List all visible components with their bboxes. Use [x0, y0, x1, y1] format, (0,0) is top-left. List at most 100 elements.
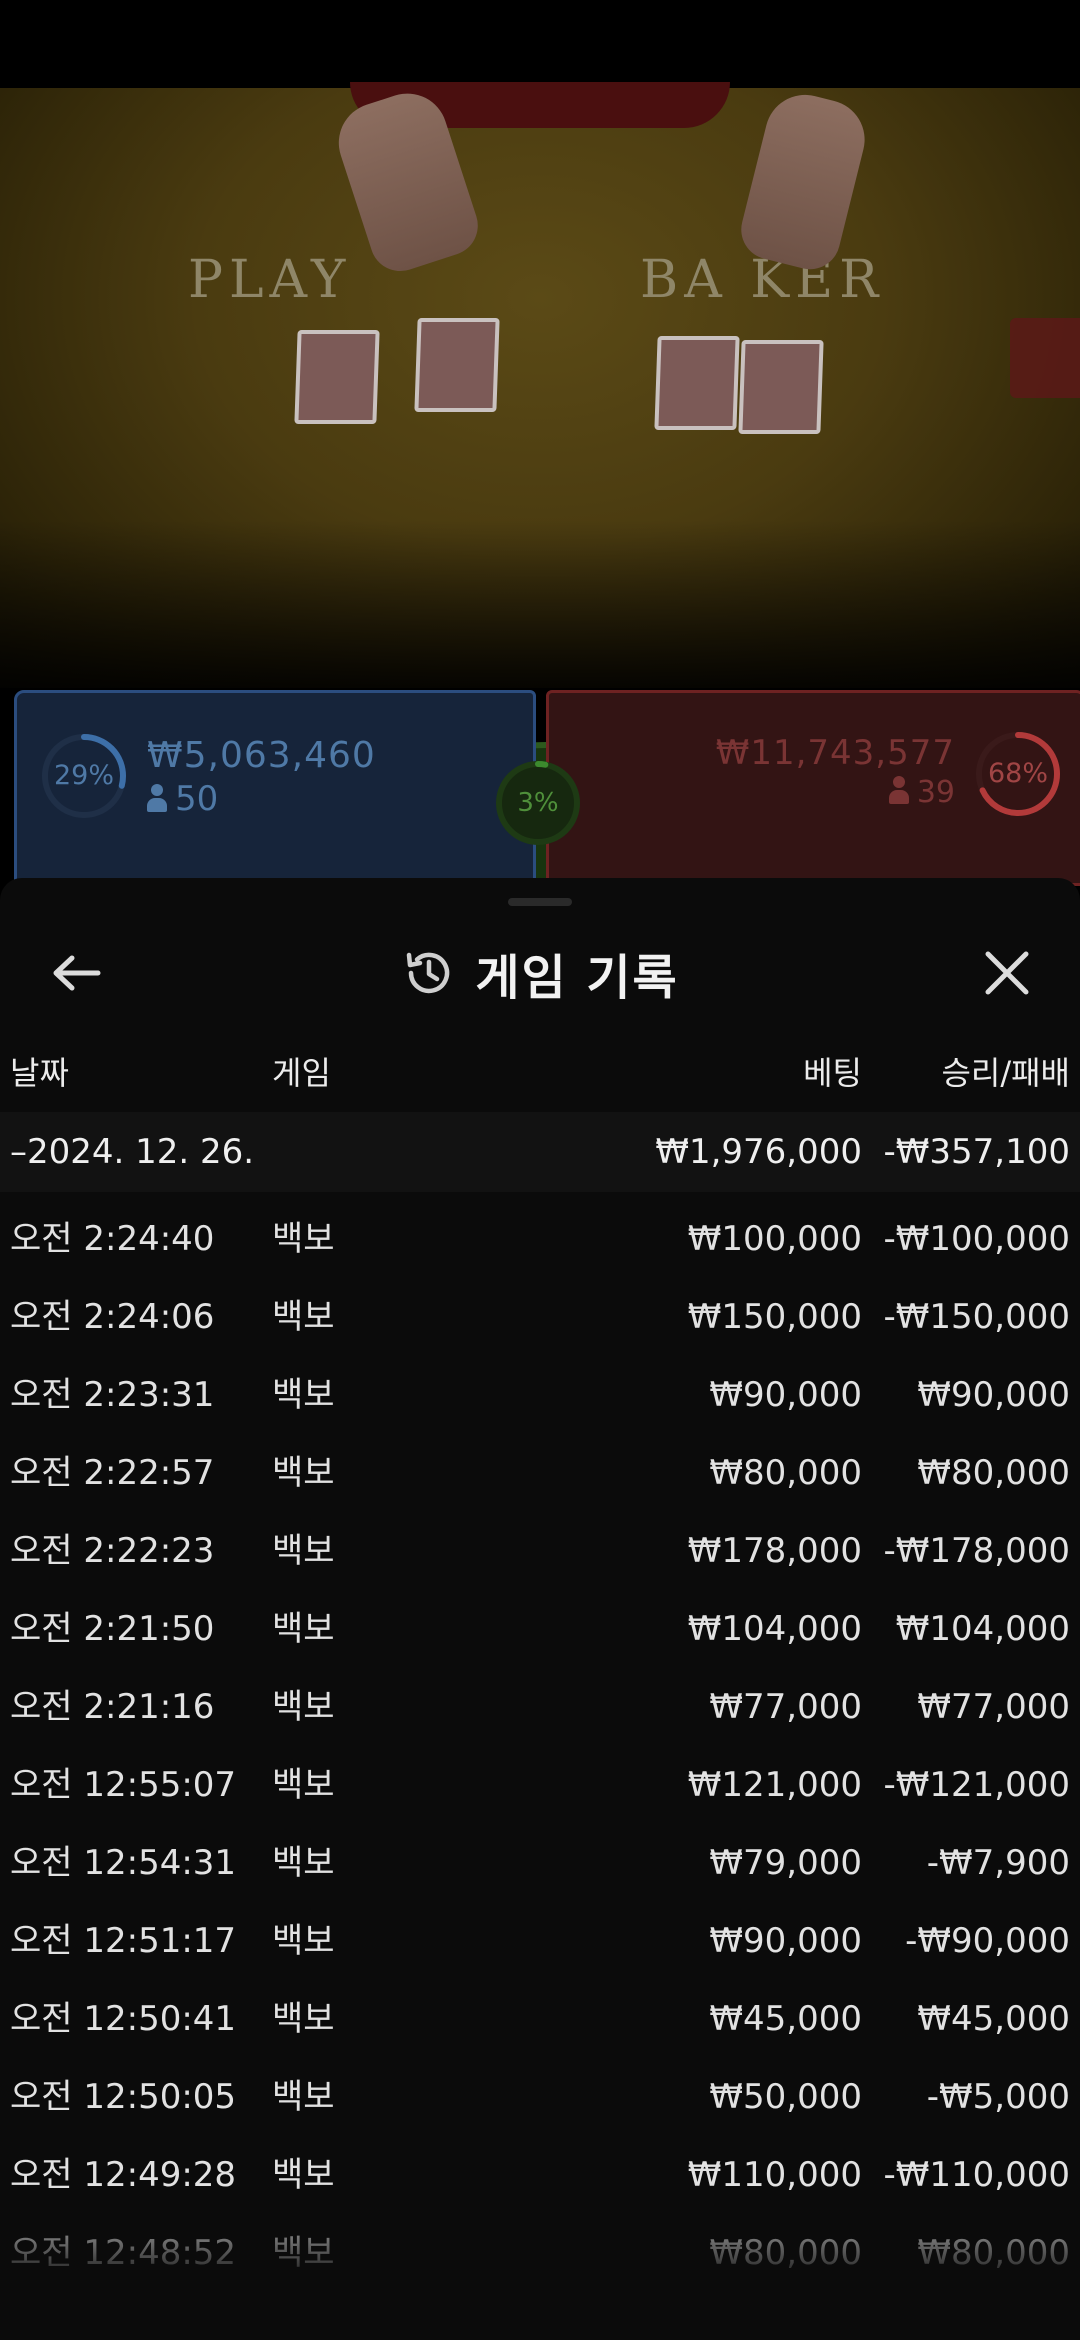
banker-bet-area[interactable]: 68% ₩11,743,577 39 [546, 690, 1080, 886]
row-game: 백보 [272, 1453, 335, 1493]
row-time: 오전 2:22:23 [10, 1531, 215, 1571]
header-bet[interactable]: 베팅 [803, 1048, 862, 1094]
history-row[interactable]: 오전 12:50:41 백보 ₩45,000 ₩45,000 [0, 1980, 1080, 2058]
date-group-summary[interactable]: –2024. 12. 26. ₩1,976,000 -₩357,100 [0, 1112, 1080, 1192]
row-bet: ₩121,000 [687, 1765, 862, 1805]
back-arrow-icon[interactable] [44, 940, 110, 1006]
row-bet: ₩90,000 [709, 1375, 862, 1415]
row-time: 오전 12:49:28 [10, 2155, 237, 2195]
row-game: 백보 [272, 1531, 335, 1571]
row-time: 오전 12:55:07 [10, 1765, 237, 1805]
row-game: 백보 [272, 1921, 335, 1961]
row-bet: ₩79,000 [709, 1843, 862, 1883]
summary-result: -₩357,100 [883, 1132, 1071, 1172]
banker-bettor-count: 39 [888, 775, 955, 810]
row-result: -₩150,000 [883, 1297, 1071, 1337]
history-row[interactable]: 오전 12:55:07 백보 ₩121,000 -₩121,000 [0, 1746, 1080, 1824]
history-row[interactable]: 오전 12:51:17 백보 ₩90,000 -₩90,000 [0, 1902, 1080, 1980]
row-game: 백보 [272, 1765, 335, 1805]
row-result: ₩104,000 [895, 1609, 1070, 1649]
history-list: 오전 2:24:40 백보 ₩100,000 -₩100,000 오전 2:24:06… [0, 1200, 1080, 2292]
header-game[interactable]: 게임 [272, 1048, 331, 1094]
banker-percent: 68% [987, 758, 1048, 789]
row-bet: ₩45,000 [709, 1999, 862, 2039]
banker-card [654, 336, 740, 430]
player-bet-area[interactable]: 29% ₩5,063,460 50 [14, 690, 536, 886]
row-result: ₩80,000 [917, 2233, 1070, 2273]
row-game: 백보 [272, 1219, 335, 1259]
row-result: ₩90,000 [917, 1375, 1070, 1415]
history-row[interactable]: 오전 2:23:31 백보 ₩90,000 ₩90,000 [0, 1356, 1080, 1434]
history-row[interactable]: 오전 2:22:23 백보 ₩178,000 -₩178,000 [0, 1512, 1080, 1590]
sheet-title: 게임 기록 [475, 950, 679, 1006]
tie-percent: 3% [517, 788, 559, 818]
row-result: -₩7,900 [926, 1843, 1070, 1883]
row-game: 백보 [272, 1999, 335, 2039]
sheet-header: 게임 기록 [0, 928, 1080, 1018]
summary-bet: ₩1,976,000 [655, 1132, 862, 1172]
row-game: 백보 [272, 2233, 335, 2273]
player-bettor-count: 50 [147, 779, 218, 819]
row-bet: ₩178,000 [687, 1531, 862, 1571]
history-row[interactable]: 오전 2:24:06 백보 ₩150,000 -₩150,000 [0, 1278, 1080, 1356]
history-row[interactable]: 오전 12:48:52 백보 ₩80,000 ₩80,000 [0, 2214, 1080, 2292]
player-total-bet: ₩5,063,460 [147, 735, 376, 776]
row-time: 오전 12:51:17 [10, 1921, 237, 1961]
row-game: 백보 [272, 1609, 335, 1649]
row-time: 오전 2:24:06 [10, 1297, 215, 1337]
row-time: 오전 2:22:57 [10, 1453, 215, 1493]
history-icon [407, 952, 450, 994]
row-result: ₩45,000 [917, 1999, 1070, 2039]
player-felt-label: PLAY [188, 250, 352, 310]
close-icon[interactable] [974, 940, 1040, 1006]
sheet-drag-handle[interactable] [508, 898, 572, 906]
row-game: 백보 [272, 1687, 335, 1727]
row-game: 백보 [272, 1297, 335, 1337]
player-card [414, 318, 500, 412]
row-game: 백보 [272, 2077, 335, 2117]
row-time: 오전 2:24:40 [10, 1219, 215, 1259]
row-time: 오전 12:54:31 [10, 1843, 237, 1883]
history-row[interactable]: 오전 12:49:28 백보 ₩110,000 -₩110,000 [0, 2136, 1080, 2214]
history-row[interactable]: 오전 2:21:50 백보 ₩104,000 ₩104,000 [0, 1590, 1080, 1668]
row-time: 오전 2:21:50 [10, 1609, 215, 1649]
history-row[interactable]: 오전 2:22:57 백보 ₩80,000 ₩80,000 [0, 1434, 1080, 1512]
row-result: -₩121,000 [883, 1765, 1071, 1805]
row-bet: ₩90,000 [709, 1921, 862, 1961]
header-result[interactable]: 승리/패배 [941, 1048, 1070, 1094]
row-bet: ₩50,000 [709, 2077, 862, 2117]
banker-card [738, 340, 824, 434]
row-bet: ₩104,000 [687, 1609, 862, 1649]
row-time: 오전 12:48:52 [10, 2233, 237, 2273]
history-row[interactable]: 오전 2:24:40 백보 ₩100,000 -₩100,000 [0, 1200, 1080, 1278]
row-game: 백보 [272, 1375, 335, 1415]
row-result: -₩178,000 [883, 1531, 1071, 1571]
row-result: -₩100,000 [883, 1219, 1071, 1259]
row-bet: ₩100,000 [687, 1219, 862, 1259]
player-percent: 29% [53, 760, 114, 791]
row-game: 백보 [272, 2155, 335, 2195]
row-result: ₩80,000 [917, 1453, 1070, 1493]
person-icon [147, 784, 167, 812]
header-date[interactable]: 날짜 [10, 1048, 69, 1094]
row-result: -₩5,000 [926, 2077, 1070, 2117]
history-row[interactable]: 오전 2:21:16 백보 ₩77,000 ₩77,000 [0, 1668, 1080, 1746]
player-card [294, 330, 380, 424]
row-time: 오전 12:50:41 [10, 1999, 237, 2039]
row-bet: ₩80,000 [709, 1453, 862, 1493]
row-bet: ₩150,000 [687, 1297, 862, 1337]
table-header: 날짜 게임 베팅 승리/패배 [0, 1048, 1080, 1108]
row-result: ₩77,000 [917, 1687, 1070, 1727]
history-row[interactable]: 오전 12:50:05 백보 ₩50,000 -₩5,000 [0, 2058, 1080, 2136]
row-time: 오전 2:21:16 [10, 1687, 215, 1727]
row-result: -₩90,000 [905, 1921, 1070, 1961]
row-bet: ₩110,000 [687, 2155, 862, 2195]
row-bet: ₩77,000 [709, 1687, 862, 1727]
game-history-sheet: 게임 기록 날짜 게임 베팅 승리/패배 –2024. 12. 26. ₩1,9… [0, 878, 1080, 2340]
banker-total-bet: ₩11,743,577 [715, 733, 955, 773]
row-result: -₩110,000 [883, 2155, 1071, 2195]
row-time: 오전 12:50:05 [10, 2077, 237, 2117]
row-time: 오전 2:23:31 [10, 1375, 215, 1415]
card-shoe [1010, 318, 1080, 398]
history-row[interactable]: 오전 12:54:31 백보 ₩79,000 -₩7,900 [0, 1824, 1080, 1902]
